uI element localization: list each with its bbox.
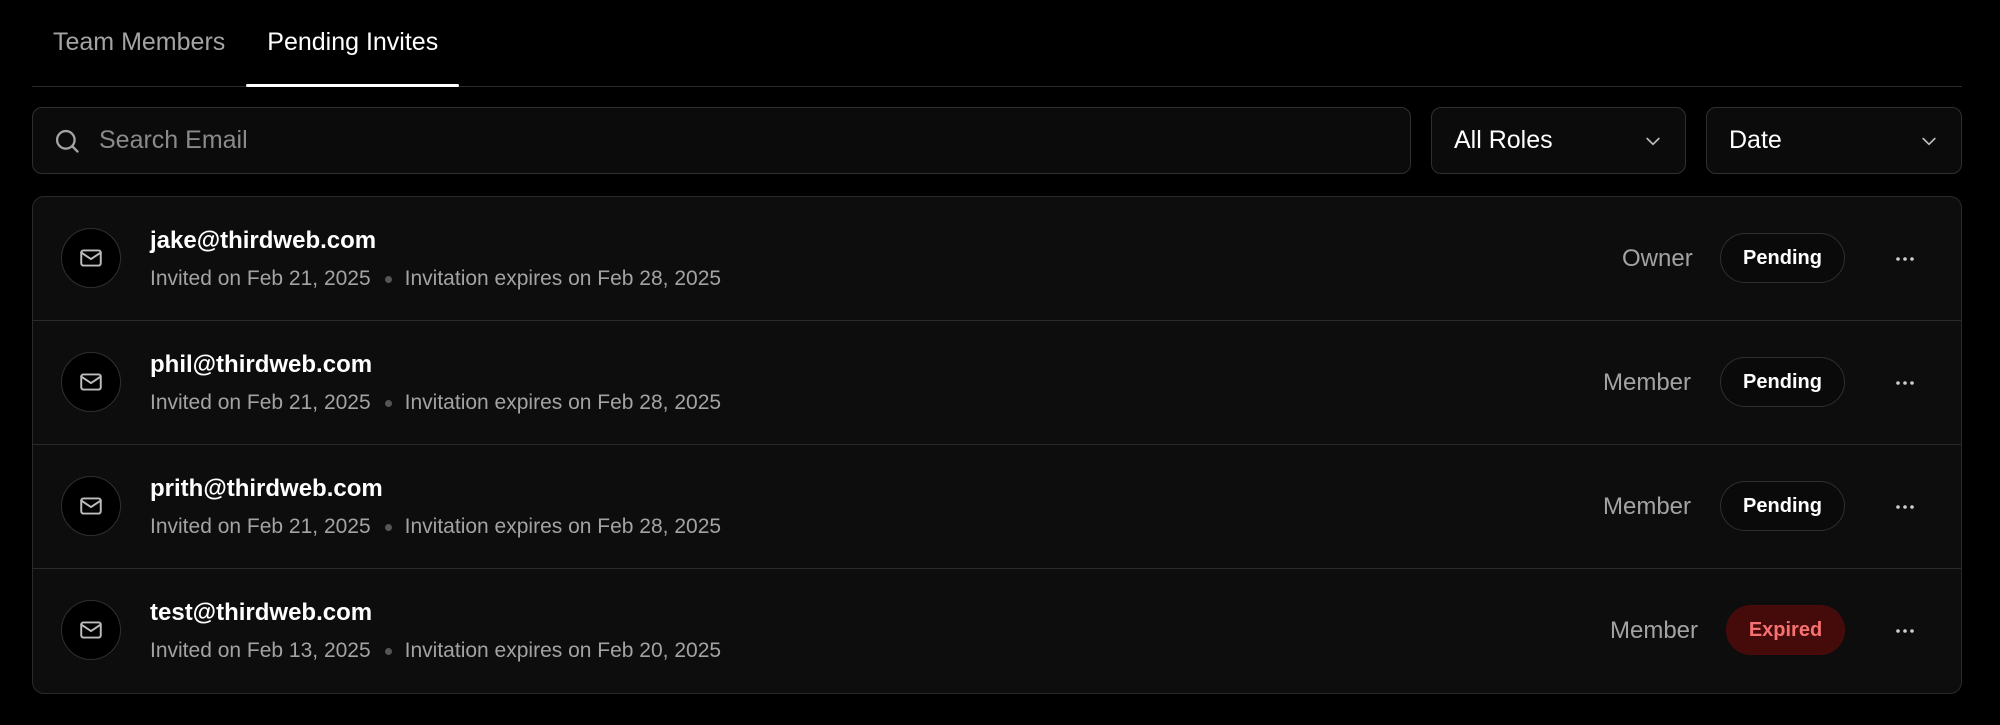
- role-filter-select[interactable]: All Roles: [1431, 107, 1686, 174]
- status-badge: Expired: [1726, 605, 1845, 655]
- invite-role: Member: [1603, 493, 1692, 520]
- more-horizontal-icon: [1896, 629, 1914, 633]
- invite-row: prith@thirdweb.com Invited on Feb 21, 20…: [33, 445, 1961, 569]
- expiry-date: Invitation expires on Feb 20, 2025: [404, 639, 722, 662]
- invite-row: phil@thirdweb.com Invited on Feb 21, 202…: [33, 321, 1961, 445]
- tab-pending-invites-label: Pending Invites: [267, 27, 439, 56]
- invite-email: prith@thirdweb.com: [150, 475, 383, 502]
- separator-dot: [384, 523, 392, 531]
- mail-icon: [61, 600, 121, 660]
- search-box: [32, 107, 1411, 174]
- invite-row: test@thirdweb.com Invited on Feb 13, 202…: [33, 569, 1961, 693]
- invite-dates: Invited on Feb 21, 2025 Invitation expir…: [150, 267, 721, 291]
- invited-date: Invited on Feb 21, 2025: [150, 267, 371, 290]
- invite-role: Owner: [1622, 245, 1693, 272]
- status-badge: Pending: [1720, 357, 1845, 407]
- more-options-button[interactable]: [1889, 491, 1921, 523]
- more-horizontal-icon: [1896, 505, 1914, 509]
- invite-dates: Invited on Feb 21, 2025 Invitation expir…: [150, 391, 721, 415]
- invite-row: jake@thirdweb.com Invited on Feb 21, 202…: [33, 197, 1961, 321]
- invite-email: test@thirdweb.com: [150, 599, 373, 626]
- chevron-down-icon: [1643, 131, 1663, 151]
- invite-role: Member: [1603, 369, 1692, 396]
- search-email-input[interactable]: [97, 125, 1410, 156]
- separator-dot: [384, 647, 392, 655]
- more-options-button[interactable]: [1889, 367, 1921, 399]
- status-badge: Pending: [1720, 233, 1845, 283]
- search-icon: [53, 127, 81, 155]
- more-options-button[interactable]: [1889, 615, 1921, 647]
- invited-date: Invited on Feb 13, 2025: [150, 639, 371, 662]
- tab-team-members[interactable]: Team Members: [32, 0, 246, 86]
- mail-icon: [61, 352, 121, 412]
- sort-select[interactable]: Date: [1706, 107, 1962, 174]
- invite-dates: Invited on Feb 13, 2025 Invitation expir…: [150, 639, 721, 663]
- expiry-date: Invitation expires on Feb 28, 2025: [404, 515, 722, 538]
- mail-icon: [61, 228, 121, 288]
- tab-bar: Team Members Pending Invites: [32, 0, 1962, 87]
- invited-date: Invited on Feb 21, 2025: [150, 391, 371, 414]
- pending-invites-page: Team Members Pending Invites All Roles D…: [0, 0, 2000, 725]
- invite-dates: Invited on Feb 21, 2025 Invitation expir…: [150, 515, 721, 539]
- tab-pending-invites[interactable]: Pending Invites: [246, 0, 460, 87]
- expiry-date: Invitation expires on Feb 28, 2025: [404, 267, 722, 290]
- invited-date: Invited on Feb 21, 2025: [150, 515, 371, 538]
- more-horizontal-icon: [1896, 257, 1914, 261]
- mail-icon: [61, 476, 121, 536]
- role-filter-value: All Roles: [1454, 126, 1553, 154]
- sort-value: Date: [1729, 126, 1782, 154]
- more-options-button[interactable]: [1889, 243, 1921, 275]
- more-horizontal-icon: [1896, 381, 1914, 385]
- expiry-date: Invitation expires on Feb 28, 2025: [404, 391, 722, 414]
- invite-email: jake@thirdweb.com: [150, 227, 377, 254]
- chevron-down-icon: [1919, 131, 1939, 151]
- separator-dot: [384, 399, 392, 407]
- invite-role: Member: [1610, 617, 1699, 644]
- invite-email: phil@thirdweb.com: [150, 351, 373, 378]
- invites-list: jake@thirdweb.com Invited on Feb 21, 202…: [32, 196, 1962, 694]
- tab-team-members-label: Team Members: [53, 27, 226, 56]
- separator-dot: [384, 275, 392, 283]
- status-badge: Pending: [1720, 481, 1845, 531]
